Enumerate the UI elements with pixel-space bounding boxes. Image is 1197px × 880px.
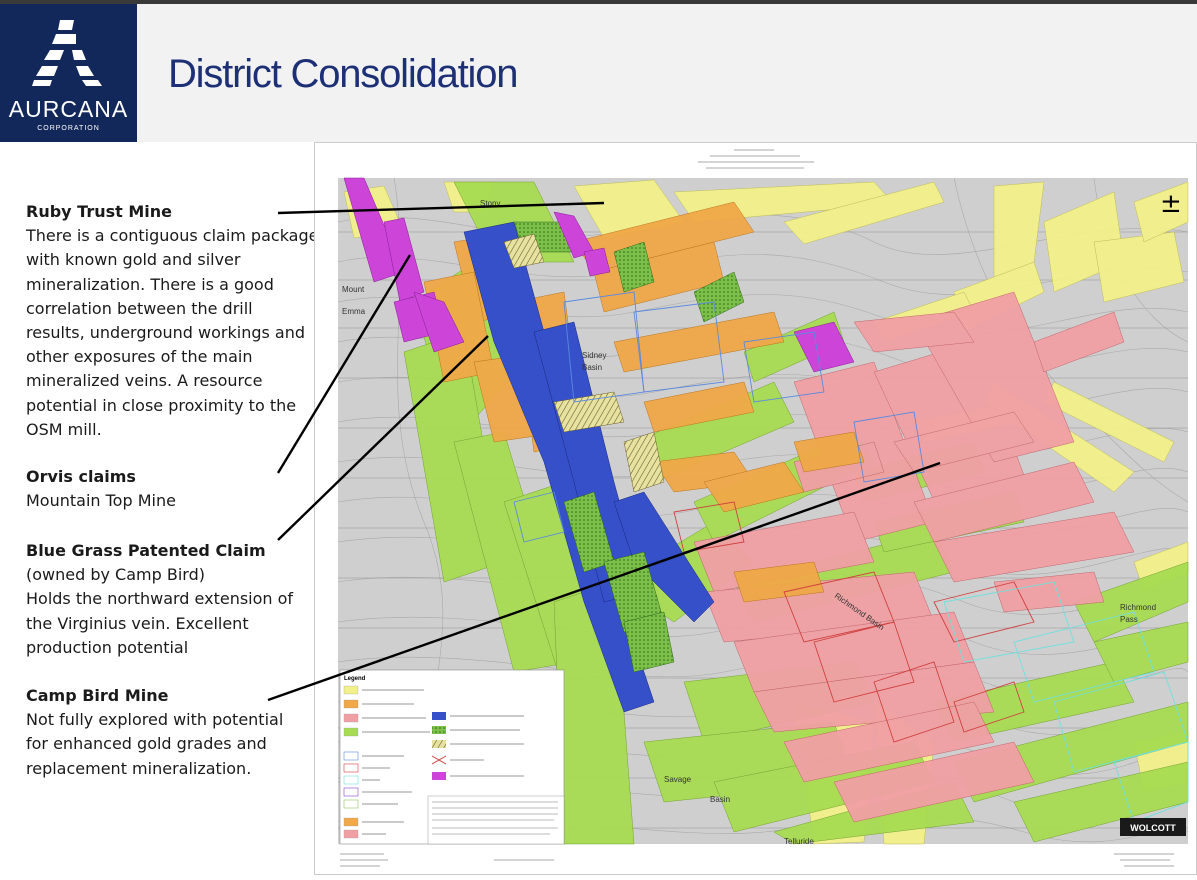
section-camp-bird: Camp Bird Mine Not fully explored with p… <box>26 684 326 781</box>
claims-map: Stony Mount Emma Sidney Basin Richmond B… <box>314 142 1197 875</box>
ruby-line: correlation between the drill <box>26 298 253 318</box>
orvis-heading: Orvis claims <box>26 467 136 486</box>
section-orvis: Orvis claims Mountain Top Mine <box>26 465 326 513</box>
ruby-line: with known gold and silver <box>26 250 241 270</box>
ruby-line: potential in close proximity to the <box>26 395 297 415</box>
wolcott-label: WOLCOTT <box>1130 823 1176 833</box>
map-label-sidney-basin: Basin <box>582 363 602 372</box>
page-title: District Consolidation <box>168 52 519 96</box>
map-label-emma: Emma <box>342 307 366 316</box>
campbird-line: for enhanced gold grades and <box>26 734 267 754</box>
ruby-line: results, underground workings and <box>26 323 306 343</box>
orvis-line: Mountain Top Mine <box>26 491 176 511</box>
campbird-line: replacement mineralization. <box>26 758 252 778</box>
map-label-richmond-pass: Richmond <box>1120 603 1156 612</box>
section-ruby-trust: Ruby Trust Mine There is a contiguous cl… <box>26 200 326 442</box>
claims-map-svg: Stony Mount Emma Sidney Basin Richmond B… <box>314 142 1197 875</box>
bluegrass-line: production potential <box>26 637 189 657</box>
bluegrass-heading: Blue Grass Patented Claim <box>26 541 266 560</box>
map-label-sidney: Sidney <box>582 351 606 360</box>
ruby-line: OSM mill. <box>26 419 102 439</box>
ruby-line: There is a contiguous claim package <box>26 226 319 246</box>
campbird-line: Not fully explored with potential <box>26 710 284 730</box>
map-notes <box>427 795 565 845</box>
ruby-heading: Ruby Trust Mine <box>26 202 172 221</box>
section-blue-grass: Blue Grass Patented Claim (owned by Camp… <box>26 539 326 660</box>
map-label-savage-basin: Basin <box>710 795 730 804</box>
map-label-stony: Stony <box>480 199 500 208</box>
aurcana-logo-mark-icon <box>32 20 102 86</box>
aurcana-logo: AURCANA CORPORATION <box>0 4 137 142</box>
bluegrass-line: Holds the northward extension of <box>26 589 294 609</box>
bluegrass-line: (owned by Camp Bird) <box>26 565 205 585</box>
bluegrass-line: the Virginius vein. Excellent <box>26 613 249 633</box>
logo-wordmark: AURCANA <box>8 96 129 122</box>
map-label-savage: Savage <box>664 775 692 784</box>
campbird-heading: Camp Bird Mine <box>26 686 169 705</box>
map-label-telluride: Telluride <box>784 837 814 846</box>
map-label-pass: Pass <box>1120 615 1138 624</box>
ruby-line: mineralized veins. A resource <box>26 371 263 391</box>
ruby-line: mineralization. There is a good <box>26 274 274 294</box>
logo-subtitle: CORPORATION <box>37 125 100 132</box>
north-arrow-icon: ± <box>1160 189 1182 219</box>
map-label-mount: Mount <box>342 285 365 294</box>
legend-title: Legend <box>344 676 366 682</box>
ruby-line: other exposures of the main <box>26 347 253 367</box>
